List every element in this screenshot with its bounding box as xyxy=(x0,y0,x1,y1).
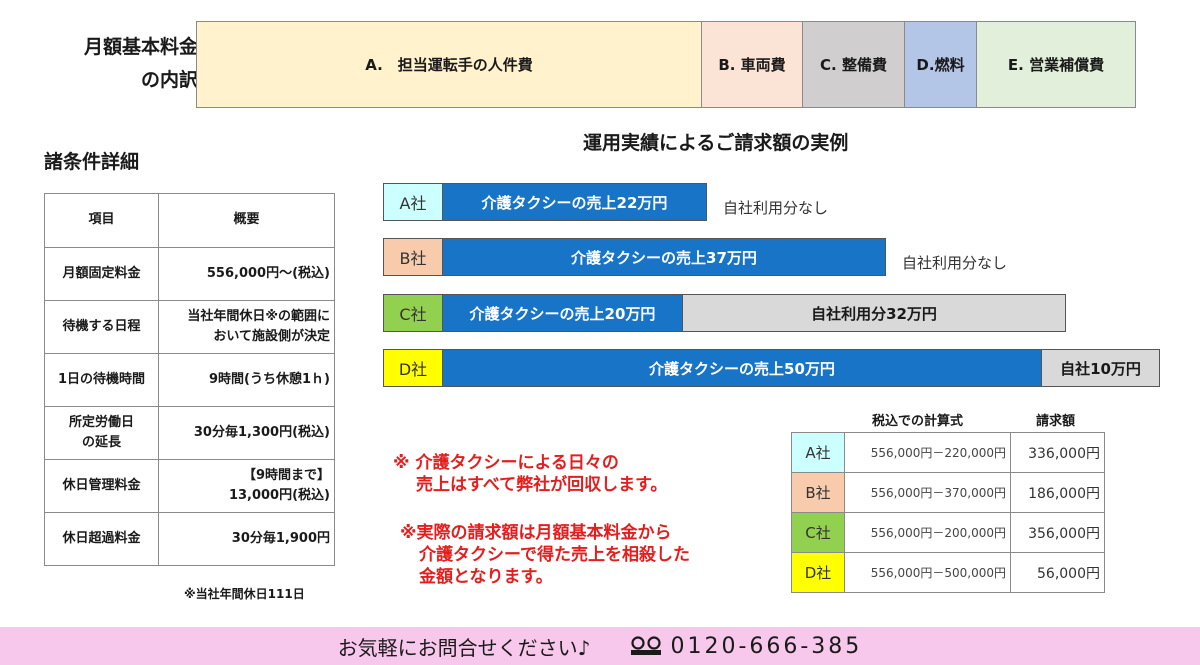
breakdown-label-line1: 月額基本料金 xyxy=(83,36,198,58)
table-row: C社 556,000円－200,000円 356,000円 xyxy=(791,512,1105,553)
sales-bar: 介護タクシーの売上22万円 xyxy=(443,183,707,221)
sales-bar: 介護タクシーの売上20万円 xyxy=(443,294,683,332)
conditions-title: 諸条件詳細 xyxy=(44,151,140,173)
breakdown-segment-a: A. 担当運転手の人件費 xyxy=(197,22,702,107)
row-value: 【9時間まで】 13,000円(税込) xyxy=(158,459,335,513)
table-row: B社 556,000円－370,000円 186,000円 xyxy=(791,472,1105,513)
table-row: D社 556,000円－500,000円 56,000円 xyxy=(791,552,1105,593)
calc-formula: 556,000円－500,000円 xyxy=(844,552,1011,593)
calc-formula: 556,000円－220,000円 xyxy=(844,432,1011,473)
own-use-bar: 自社利用分32万円 xyxy=(683,294,1066,332)
free-dial-icon xyxy=(630,636,662,656)
calc-company: C社 xyxy=(791,512,845,553)
row-value: 当社年間休日※の範囲に おいて施設側が決定 xyxy=(158,300,335,354)
breakdown-segment-e: E. 営業補償費 xyxy=(977,22,1135,107)
sales-bar: 介護タクシーの売上37万円 xyxy=(443,238,886,276)
no-own-use-text: 自社利用分なし xyxy=(902,254,1008,272)
calc-formula: 556,000円－200,000円 xyxy=(844,512,1011,553)
calc-company: D社 xyxy=(791,552,845,593)
row-item: 休日管理料金 xyxy=(44,459,159,513)
row-value-line2: 13,000円(税込) xyxy=(228,488,330,503)
note-1: ※ 介護タクシーによる日々の 売上はすべて弊社が回収します。 xyxy=(393,452,667,496)
calc-amount: 356,000円 xyxy=(1010,512,1105,553)
example-row-a: A社 介護タクシーの売上22万円 xyxy=(383,183,707,221)
table-row: 月額固定料金 556,000円～(税込) xyxy=(44,247,335,301)
note-2-line1: ※実際の請求額は月額基本料金から xyxy=(400,523,672,543)
row-value: 30分毎1,900円 xyxy=(158,512,335,566)
calc-amount: 336,000円 xyxy=(1010,432,1105,473)
sales-bar: 介護タクシーの売上50万円 xyxy=(443,349,1042,387)
table-row: 休日管理料金 【9時間まで】 13,000円(税込) xyxy=(44,459,335,513)
company-label: D社 xyxy=(383,349,443,387)
table-row: 待機する日程 当社年間休日※の範囲に おいて施設側が決定 xyxy=(44,300,335,354)
note-2: ※実際の請求額は月額基本料金から 介護タクシーで得た売上を相殺した 金額となりま… xyxy=(400,522,690,588)
table-header-row: 項目 概要 xyxy=(44,193,335,248)
contact-footer: お気軽にお問合せください♪ 0120-666-385 xyxy=(0,627,1200,665)
conditions-note: ※当社年間休日111日 xyxy=(184,587,305,601)
calc-company: B社 xyxy=(791,472,845,513)
breakdown-segment-d: D.燃料 xyxy=(905,22,977,107)
note-1-line2: 売上はすべて弊社が回収します。 xyxy=(416,475,668,495)
row-value: 556,000円～(税込) xyxy=(158,247,335,301)
header-summary: 概要 xyxy=(158,193,335,248)
note-2-line3: 金額となります。 xyxy=(419,567,553,587)
row-item-line2: の延長 xyxy=(81,435,121,450)
footer-text: お気軽にお問合せください♪ xyxy=(337,635,591,660)
breakdown-label-line2: の内訳 xyxy=(140,69,198,91)
phone-number[interactable]: 0120-666-385 xyxy=(670,634,862,659)
table-row: 所定労働日 の延長 30分毎1,300円(税込) xyxy=(44,406,335,460)
table-row: 休日超過料金 30分毎1,900円 xyxy=(44,512,335,566)
no-own-use-text: 自社利用分なし xyxy=(723,199,829,217)
calc-header-amount: 請求額 xyxy=(1036,414,1076,429)
note-2-line2: 介護タクシーで得た売上を相殺した xyxy=(419,545,690,565)
examples-title: 運用実績によるご請求額の実例 xyxy=(583,132,849,154)
row-value-line2: おいて施設側が決定 xyxy=(213,329,330,344)
breakdown-segment-b: B. 車両費 xyxy=(702,22,803,107)
calc-amount: 56,000円 xyxy=(1010,552,1105,593)
conditions-table: 項目 概要 月額固定料金 556,000円～(税込) 待機する日程 当社年間休日… xyxy=(44,193,335,566)
row-value: 9時間(うち休憩1ｈ) xyxy=(158,353,335,407)
table-row: A社 556,000円－220,000円 336,000円 xyxy=(791,432,1105,473)
calc-header-formula: 税込での計算式 xyxy=(872,414,964,429)
example-row-b: B社 介護タクシーの売上37万円 xyxy=(383,238,886,276)
table-row: 1日の待機時間 9時間(うち休憩1ｈ) xyxy=(44,353,335,407)
breakdown-segment-c: C. 整備費 xyxy=(803,22,905,107)
calc-company: A社 xyxy=(791,432,845,473)
calc-amount: 186,000円 xyxy=(1010,472,1105,513)
example-row-c: C社 介護タクシーの売上20万円 自社利用分32万円 xyxy=(383,294,1066,332)
example-row-d: D社 介護タクシーの売上50万円 自社10万円 xyxy=(383,349,1160,387)
company-label: A社 xyxy=(383,183,443,221)
note-1-line1: ※ 介護タクシーによる日々の xyxy=(393,453,619,473)
breakdown-bar: A. 担当運転手の人件費 B. 車両費 C. 整備費 D.燃料 E. 営業補償費 xyxy=(196,21,1136,108)
row-item-line1: 所定労働日 xyxy=(68,414,134,430)
row-item: 1日の待機時間 xyxy=(44,353,159,407)
row-item: 待機する日程 xyxy=(44,300,159,354)
company-label: B社 xyxy=(383,238,443,276)
row-value: 30分毎1,300円(税込) xyxy=(158,406,335,460)
calc-formula: 556,000円－370,000円 xyxy=(844,472,1011,513)
row-item: 休日超過料金 xyxy=(44,512,159,566)
row-item: 月額固定料金 xyxy=(44,247,159,301)
row-item: 所定労働日 の延長 xyxy=(44,406,159,460)
calc-table: A社 556,000円－220,000円 336,000円 B社 556,000… xyxy=(791,432,1105,593)
row-value-line1: 当社年間休日※の範囲に xyxy=(187,308,330,324)
company-label: C社 xyxy=(383,294,443,332)
row-value-line1: 【9時間まで】 xyxy=(242,467,330,483)
own-use-bar: 自社10万円 xyxy=(1042,349,1160,387)
header-item: 項目 xyxy=(44,193,159,248)
